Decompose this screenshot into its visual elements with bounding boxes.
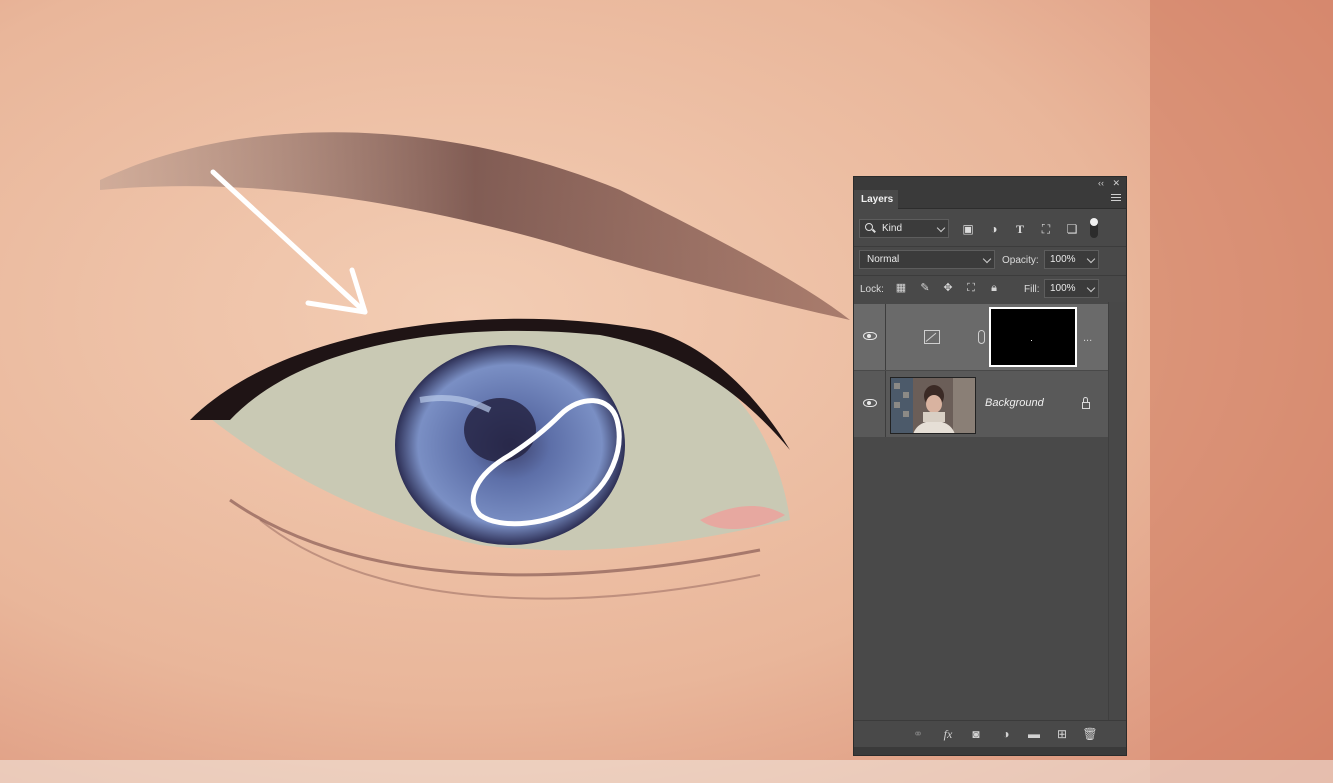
blend-row: Normal Opacity: 100% — [854, 246, 1126, 271]
panel-tab-row: Layers — [854, 190, 1126, 209]
fill-label: Fill: — [1024, 284, 1040, 295]
photo-canvas — [0, 0, 1333, 783]
blend-mode-value: Normal — [867, 254, 900, 265]
blend-mode-select[interactable]: Normal — [859, 250, 995, 269]
collapse-panel-button[interactable]: ‹‹ — [1098, 177, 1104, 190]
new-layer-icon[interactable]: ⊞ — [1054, 726, 1070, 742]
chevron-down-icon — [982, 254, 992, 264]
lock-all-icon[interactable]: 🔒︎ — [987, 281, 1001, 295]
panel-footer: ⚭ fx ◙ ◑ ▬ ⊞ 🗑︎ — [854, 720, 1126, 747]
smart-object-filter-icon[interactable]: ❏ — [1064, 221, 1080, 237]
chevron-down-icon — [1086, 254, 1096, 264]
tab-layers[interactable]: Layers — [854, 190, 898, 209]
type-filter-icon[interactable]: T — [1012, 221, 1028, 237]
filter-kind-select[interactable]: Kind — [859, 219, 949, 238]
opacity-value: 100% — [1050, 254, 1076, 265]
layers-panel: ‹‹ ✕ Layers Kind ▣ ◑ T ⛶ ❏ Normal Opacit… — [853, 176, 1127, 756]
layer-name[interactable]: Background — [985, 397, 1044, 409]
layer-mask-thumbnail[interactable] — [989, 307, 1077, 367]
filter-row: Kind ▣ ◑ T ⛶ ❏ — [854, 217, 1126, 241]
lock-position-icon[interactable]: ✥ — [941, 281, 955, 295]
search-icon — [865, 223, 873, 231]
background-layer-thumbnail — [890, 377, 976, 434]
eye-visibility-icon[interactable] — [863, 399, 877, 407]
visibility-column — [854, 371, 886, 437]
image-filter-icon[interactable]: ▣ — [960, 221, 976, 237]
opacity-label: Opacity: — [1002, 255, 1039, 266]
chevron-down-icon — [1086, 283, 1096, 293]
panel-title-bar: ‹‹ ✕ — [854, 177, 1126, 190]
curves-adjustment-icon — [924, 330, 940, 344]
close-panel-button[interactable]: ✕ — [1112, 177, 1120, 190]
trash-icon[interactable]: 🗑︎ — [1082, 726, 1098, 742]
layer-row-adjustment[interactable]: ... — [854, 304, 1110, 370]
filter-toggle[interactable] — [1090, 218, 1098, 238]
link-layers-icon[interactable]: ⚭ — [910, 726, 926, 742]
shape-filter-icon[interactable]: ⛶ — [1038, 221, 1054, 237]
lock-transparent-pixels-icon[interactable]: ▦ — [894, 281, 908, 295]
lock-label: Lock: — [860, 284, 884, 295]
fx-icon[interactable]: fx — [940, 726, 956, 742]
opacity-field[interactable]: 100% — [1044, 250, 1099, 269]
filter-kind-label: Kind — [882, 223, 903, 234]
adjustment-layer-icon[interactable]: ◑ — [998, 726, 1014, 742]
mask-link-icon[interactable] — [978, 330, 985, 344]
fill-field[interactable]: 100% — [1044, 279, 1099, 298]
more-indicator: ... — [1083, 332, 1093, 344]
lock-artboard-icon[interactable]: ⛶ — [964, 281, 978, 295]
lock-icon — [1082, 397, 1090, 409]
add-mask-icon[interactable]: ◙ — [968, 726, 984, 742]
layer-row-background[interactable]: Background — [854, 371, 1110, 437]
fill-value: 100% — [1050, 283, 1076, 294]
chevron-down-icon — [936, 223, 946, 233]
lock-row: Lock: ▦ ✎ ✥ ⛶ 🔒︎ Fill: 100% — [854, 275, 1126, 300]
layers-scrollbar[interactable] — [1108, 302, 1126, 722]
lock-image-pixels-icon[interactable]: ✎ — [918, 281, 932, 295]
group-folder-icon[interactable]: ▬ — [1026, 726, 1042, 742]
panel-resize-grip[interactable] — [854, 747, 1126, 755]
eye-visibility-icon[interactable] — [863, 332, 877, 340]
panel-menu-icon[interactable] — [1111, 194, 1121, 203]
visibility-column — [854, 304, 886, 370]
adjustment-filter-icon[interactable]: ◑ — [986, 221, 1002, 237]
